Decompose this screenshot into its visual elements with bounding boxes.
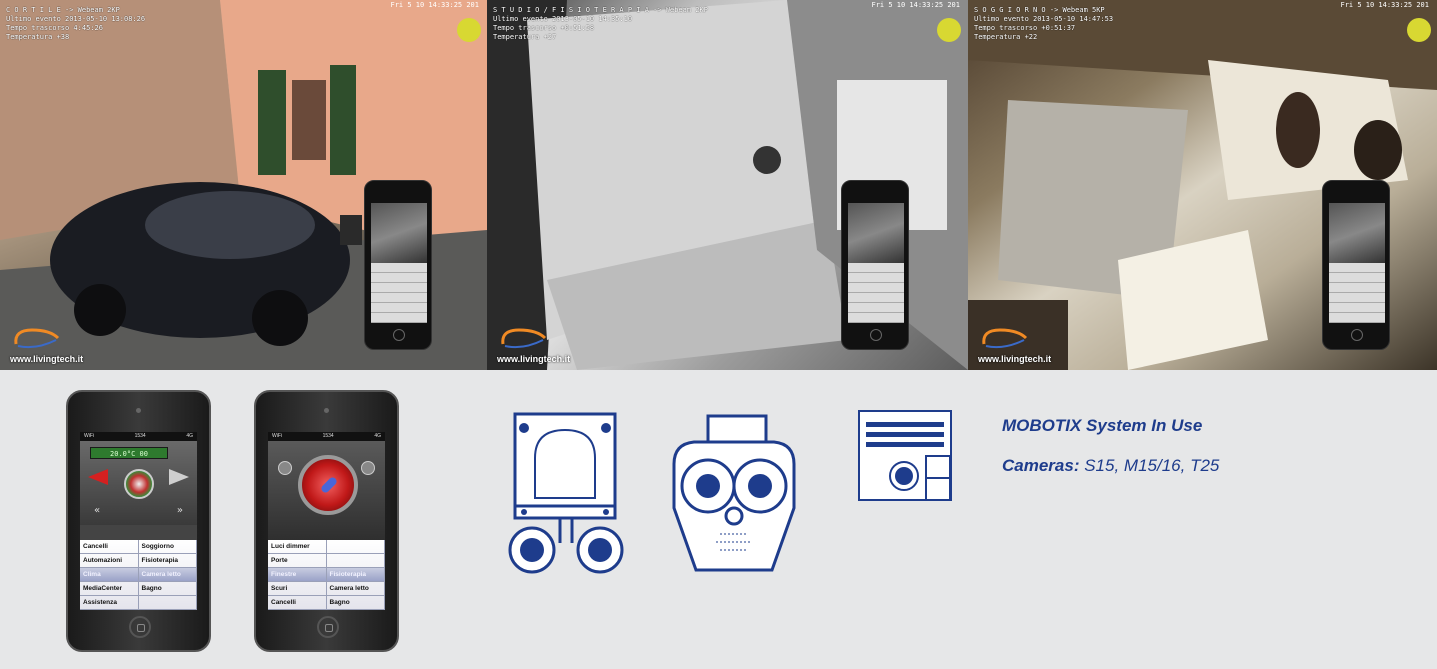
camera-osd-text: C O R T I L E -> Webeam 2KP Ultimo event… bbox=[6, 6, 146, 41]
menu-item[interactable]: Porte bbox=[268, 554, 327, 568]
wifi-status: WiFi bbox=[272, 433, 282, 439]
signal-status: 4G bbox=[374, 433, 381, 439]
phone-screen: WiFi 1534 4G 20.0°C 00 « » Cancelli Soggi… bbox=[80, 432, 197, 610]
menu-item[interactable]: Fisioterapia bbox=[138, 554, 197, 568]
arrow-left-icon[interactable] bbox=[88, 469, 108, 485]
home-button-icon bbox=[870, 329, 882, 341]
menu-item[interactable]: Clima bbox=[80, 568, 139, 582]
menu-item[interactable]: Scuri bbox=[268, 582, 327, 596]
menu-item[interactable]: Cancelli bbox=[80, 540, 139, 554]
menu-item[interactable] bbox=[326, 554, 385, 568]
menu-item[interactable]: Automazioni bbox=[80, 554, 139, 568]
camera-url: www.livingtech.it bbox=[978, 354, 1052, 364]
caption-cameras: Cameras: S15, M15/16, T25 bbox=[1002, 456, 1219, 476]
camera-osd-text: S O G G I O R N O -> Webeam 5KP Ultimo e… bbox=[974, 6, 1114, 41]
dimmer-panel bbox=[268, 441, 385, 551]
camera-view-courtyard: Fri 5 10 14:33:25 201 C O R T I L E -> W… bbox=[0, 0, 487, 370]
phone-preview bbox=[841, 180, 909, 350]
dimmer-knob-icon[interactable] bbox=[298, 455, 358, 515]
phone-climate-app: WiFi 1534 4G 20.0°C 00 « » Cancelli Soggi… bbox=[66, 390, 211, 652]
status-bar: WiFi 1534 4G bbox=[268, 432, 385, 441]
front-camera-icon bbox=[136, 408, 141, 413]
menu-item[interactable]: Finestre bbox=[268, 568, 327, 582]
camera-strip: Fri 5 10 14:33:25 201 C O R T I L E -> W… bbox=[0, 0, 1437, 370]
camera-view-physio: Fri 5 10 14:33:25 201 S T U D I O / F I … bbox=[487, 0, 968, 370]
knob-plus-icon[interactable] bbox=[361, 461, 375, 475]
phone-lights-app: WiFi 1534 4G Luci dimmer Porte Finestre Fis… bbox=[254, 390, 399, 652]
recording-indicator-icon bbox=[1407, 18, 1431, 42]
menu-item[interactable]: Assistenza bbox=[80, 596, 139, 610]
phone-preview bbox=[1322, 180, 1390, 350]
home-button-icon[interactable] bbox=[129, 616, 151, 638]
camera-timestamp: Fri 5 10 14:33:25 201 bbox=[1340, 1, 1429, 9]
phone-preview bbox=[364, 180, 432, 350]
caption-title: MOBOTIX System In Use bbox=[1002, 416, 1203, 435]
cameras-label: Cameras: bbox=[1002, 456, 1080, 475]
menu-item[interactable]: Bagno bbox=[138, 582, 197, 596]
home-button-icon bbox=[393, 329, 405, 341]
signal-status: 4G bbox=[186, 433, 193, 439]
camera-osd-text: S T U D I O / F I S I O T E R A P I A ->… bbox=[493, 6, 708, 41]
m15-camera-icon bbox=[672, 414, 796, 572]
status-time: 1534 bbox=[322, 433, 334, 439]
front-camera-icon bbox=[324, 408, 329, 413]
camera-timestamp: Fri 5 10 14:33:25 201 bbox=[390, 1, 479, 9]
wifi-status: WiFi bbox=[84, 433, 94, 439]
home-button-icon[interactable] bbox=[317, 616, 339, 638]
livingtech-logo-icon bbox=[14, 328, 60, 349]
t25-door-station-icon bbox=[858, 410, 952, 501]
menu-item[interactable]: Camera letto bbox=[326, 582, 385, 596]
cameras-value: S15, M15/16, T25 bbox=[1079, 456, 1220, 475]
fast-forward-icon[interactable]: » bbox=[177, 505, 183, 516]
camera-url: www.livingtech.it bbox=[497, 354, 571, 364]
menu-item[interactable]: Fisioterapia bbox=[326, 568, 385, 582]
device-menu: Luci dimmer Porte Finestre Fisioterapia Scur… bbox=[268, 540, 385, 610]
rewind-icon[interactable]: « bbox=[94, 505, 100, 516]
phone-screen: WiFi 1534 4G Luci dimmer Porte Finestre Fis… bbox=[268, 432, 385, 610]
menu-item[interactable] bbox=[326, 540, 385, 554]
home-button-icon bbox=[1351, 329, 1363, 341]
s15-camera-icon bbox=[508, 412, 624, 574]
status-bar: WiFi 1534 4G bbox=[80, 432, 197, 441]
temperature-display: 20.0°C 00 bbox=[90, 447, 168, 459]
menu-item[interactable]: MediaCenter bbox=[80, 582, 139, 596]
recording-indicator-icon bbox=[457, 18, 481, 42]
status-time: 1534 bbox=[134, 433, 146, 439]
room-menu: Cancelli Soggiorno Automazioni Fisioterapia… bbox=[80, 540, 197, 610]
camera-view-living-room: Fri 5 10 14:33:25 201 S O G G I O R N O … bbox=[968, 0, 1437, 370]
menu-item[interactable] bbox=[138, 596, 197, 610]
menu-item[interactable]: Soggiorno bbox=[138, 540, 197, 554]
livingtech-logo-icon bbox=[501, 328, 547, 349]
arrow-right-icon[interactable] bbox=[169, 469, 189, 485]
recording-indicator-icon bbox=[937, 18, 961, 42]
page: Fri 5 10 14:33:25 201 C O R T I L E -> W… bbox=[0, 0, 1437, 669]
camera-timestamp: Fri 5 10 14:33:25 201 bbox=[871, 1, 960, 9]
menu-item[interactable]: Luci dimmer bbox=[268, 540, 327, 554]
menu-item[interactable]: Cancelli bbox=[268, 596, 327, 610]
livingtech-logo-icon bbox=[982, 328, 1028, 349]
menu-item[interactable]: Bagno bbox=[326, 596, 385, 610]
knob-minus-icon[interactable] bbox=[278, 461, 292, 475]
menu-item[interactable]: Camera letto bbox=[138, 568, 197, 582]
thermostat-dial-icon[interactable] bbox=[124, 469, 154, 499]
thermostat-panel: 20.0°C 00 « » bbox=[80, 441, 197, 525]
camera-url: www.livingtech.it bbox=[10, 354, 84, 364]
